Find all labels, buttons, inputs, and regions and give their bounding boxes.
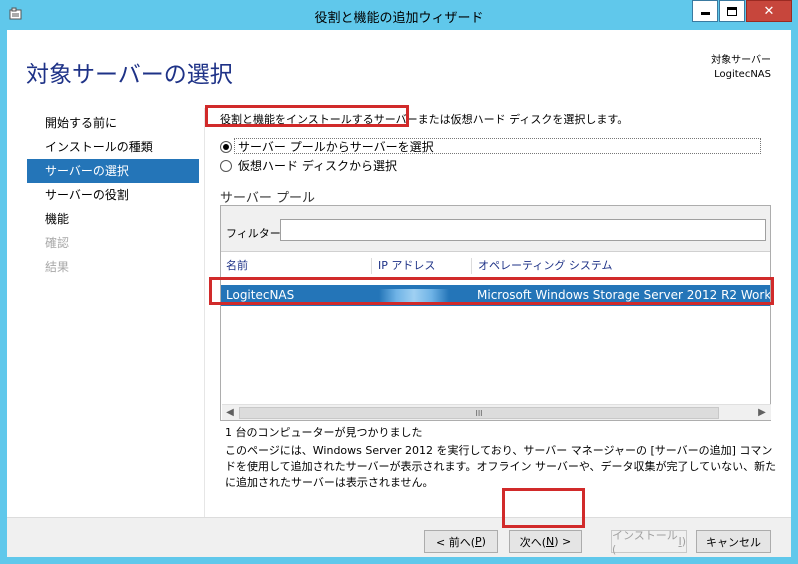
minimize-icon: [700, 12, 710, 15]
button-bar: < 前へ(P) 次へ(N) > インストール(I) キャンセル: [7, 517, 791, 557]
install-label: インストール(: [612, 529, 678, 556]
nav-item-results: 結果: [45, 260, 70, 274]
next-button[interactable]: 次へ(N) >: [509, 530, 582, 553]
column-header-name[interactable]: 名前: [221, 253, 371, 278]
highlight-box-row: [209, 277, 774, 305]
target-server-value: LogitecNAS: [714, 69, 771, 80]
next-label-end: ) >: [554, 535, 572, 548]
option-vhd[interactable]: 仮想ハード ディスクから選択: [220, 157, 397, 174]
cancel-button[interactable]: キャンセル: [696, 530, 771, 553]
maximize-button[interactable]: [719, 0, 745, 22]
next-label: 次へ(: [519, 535, 547, 549]
server-pool-panel: フィルター: 名前 IP アドレス オペレーティング システム LogitecN…: [220, 205, 771, 421]
option-server-pool-label: サーバー プールからサーバーを選択: [238, 140, 434, 154]
next-accesskey: N: [546, 535, 555, 548]
result-count: 1 台のコンピューターが見つかりました: [225, 426, 423, 439]
prev-label: < 前へ(: [436, 535, 476, 549]
radio-vhd[interactable]: [220, 159, 232, 172]
nav-item-installation-type[interactable]: インストールの種類: [27, 135, 199, 159]
column-separator[interactable]: [471, 258, 472, 274]
highlight-box-option: [205, 105, 409, 127]
page-title: 対象サーバーの選択: [26, 62, 233, 88]
window-title: 役割と機能の追加ウィザード: [314, 11, 484, 26]
wizard-window: 役割と機能の追加ウィザード ✕ 対象サーバーの選択 対象サーバー Logitec…: [0, 0, 798, 564]
nav-item-before-you-begin[interactable]: 開始する前に: [27, 111, 199, 135]
title-bar[interactable]: 役割と機能の追加ウィザード ✕: [0, 0, 798, 30]
close-button[interactable]: ✕: [746, 0, 792, 22]
nav-item-confirmation: 確認: [45, 236, 70, 250]
filter-label: フィルター:: [226, 227, 285, 240]
prev-accesskey: P: [475, 535, 482, 548]
horizontal-scrollbar[interactable]: ◀ III ▶: [222, 404, 771, 420]
scroll-thumb[interactable]: III: [239, 407, 719, 419]
prev-label-end: ): [481, 535, 486, 548]
target-server-label: 対象サーバー: [711, 55, 771, 66]
filter-bar: フィルター:: [221, 206, 770, 252]
maximize-icon: [727, 6, 737, 16]
prev-button[interactable]: < 前へ(P): [424, 530, 498, 553]
column-header-ip[interactable]: IP アドレス: [373, 253, 470, 278]
install-label-end: ): [681, 535, 686, 548]
nav-item-server-roles[interactable]: サーバーの役割: [27, 183, 199, 207]
column-header-os[interactable]: オペレーティング システム: [473, 253, 763, 278]
wizard-nav: 開始する前に インストールの種類 サーバーの選択 サーバーの役割 機能 確認 結…: [27, 111, 199, 279]
target-server-info: 対象サーバー LogitecNAS: [711, 54, 771, 82]
nav-divider: [204, 108, 205, 518]
nav-item-features[interactable]: 機能: [27, 207, 199, 231]
nav-item-server-selection[interactable]: サーバーの選択: [27, 159, 199, 183]
option-server-pool[interactable]: サーバー プールからサーバーを選択: [220, 138, 434, 155]
server-pool-label: サーバー プール: [220, 191, 316, 206]
column-separator[interactable]: [371, 258, 372, 274]
scroll-right-icon[interactable]: ▶: [754, 405, 770, 421]
highlight-box-next: [502, 488, 585, 528]
scroll-left-icon[interactable]: ◀: [222, 405, 238, 421]
filter-input[interactable]: [280, 219, 766, 241]
close-icon: ✕: [763, 3, 775, 19]
install-button: インストール(I): [611, 529, 687, 556]
option-vhd-label: 仮想ハード ディスクから選択: [238, 159, 397, 173]
radio-server-pool[interactable]: [220, 140, 232, 153]
minimize-button[interactable]: [692, 0, 718, 22]
scroll-grip: III: [475, 408, 483, 418]
info-text: このページには、Windows Server 2012 を実行しており、サーバー…: [225, 444, 777, 489]
